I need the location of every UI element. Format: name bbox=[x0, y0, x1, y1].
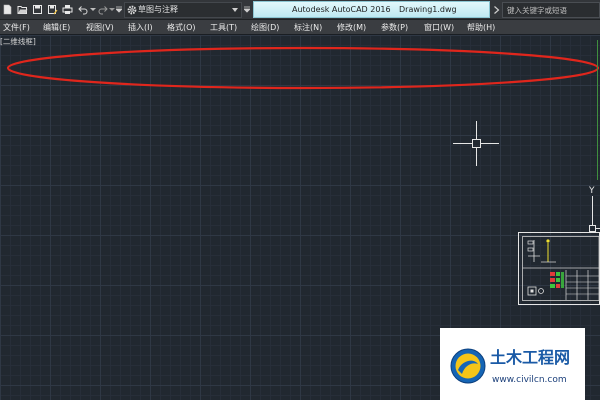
menu-item-help[interactable]: 帮助(H) bbox=[467, 22, 495, 33]
customize-quick-access-icon[interactable] bbox=[244, 6, 250, 13]
search-input[interactable] bbox=[502, 2, 600, 18]
menu-item-modify[interactable]: 修改(M) bbox=[337, 22, 366, 33]
watermark-logo-icon bbox=[450, 348, 486, 384]
workspace-label: 草图与注释 bbox=[138, 5, 178, 14]
watermark-name: 土木工程网 bbox=[490, 348, 571, 367]
menu-item-insert[interactable]: 插入(I) bbox=[128, 22, 153, 33]
document-title: Drawing1.dwg bbox=[399, 5, 457, 14]
menu-item-view[interactable]: 视图(V) bbox=[86, 22, 114, 33]
menu-item-parametric[interactable]: 参数(P) bbox=[381, 22, 408, 33]
undo-icon[interactable] bbox=[78, 4, 89, 15]
quick-access-toolbar: 草图与注释 Autodesk AutoCAD 2016 Drawing1.dwg bbox=[0, 0, 600, 20]
window-title: Autodesk AutoCAD 2016 Drawing1.dwg bbox=[253, 1, 490, 18]
watermark: 土木工程网 www.civilcn.com bbox=[440, 328, 585, 400]
viewport-style-control[interactable]: [二维线框] bbox=[0, 37, 36, 47]
menu-bar: 文件(F) 编辑(E) 视图(V) 插入(I) 格式(O) 工具(T) 绘图(D… bbox=[0, 20, 600, 35]
redo-icon[interactable] bbox=[97, 4, 108, 15]
gear-icon bbox=[127, 5, 137, 15]
menu-item-edit[interactable]: 编辑(E) bbox=[43, 22, 70, 33]
redo-dropdown-icon[interactable] bbox=[109, 6, 115, 13]
menu-item-draw[interactable]: 绘图(D) bbox=[251, 22, 279, 33]
chevron-down-icon[interactable] bbox=[232, 7, 238, 13]
menu-item-dimension[interactable]: 标注(N) bbox=[294, 22, 322, 33]
menu-item-tools[interactable]: 工具(T) bbox=[210, 22, 237, 33]
watermark-url: www.civilcn.com bbox=[492, 375, 567, 385]
menu-item-window[interactable]: 窗口(W) bbox=[424, 22, 454, 33]
app-title: Autodesk AutoCAD 2016 bbox=[292, 5, 391, 14]
print-icon[interactable] bbox=[62, 4, 73, 15]
save-icon[interactable] bbox=[32, 4, 43, 15]
menu-item-format[interactable]: 格式(O) bbox=[167, 22, 196, 33]
undo-dropdown-icon[interactable] bbox=[90, 6, 96, 13]
new-icon[interactable] bbox=[2, 4, 13, 15]
workspace-selector[interactable]: 草图与注释 bbox=[124, 2, 242, 18]
customize-icon[interactable] bbox=[116, 6, 122, 13]
menu-item-file[interactable]: 文件(F) bbox=[3, 22, 30, 33]
chevron-right-icon[interactable] bbox=[493, 5, 500, 15]
open-icon[interactable] bbox=[17, 4, 28, 15]
save-as-icon[interactable] bbox=[47, 4, 58, 15]
